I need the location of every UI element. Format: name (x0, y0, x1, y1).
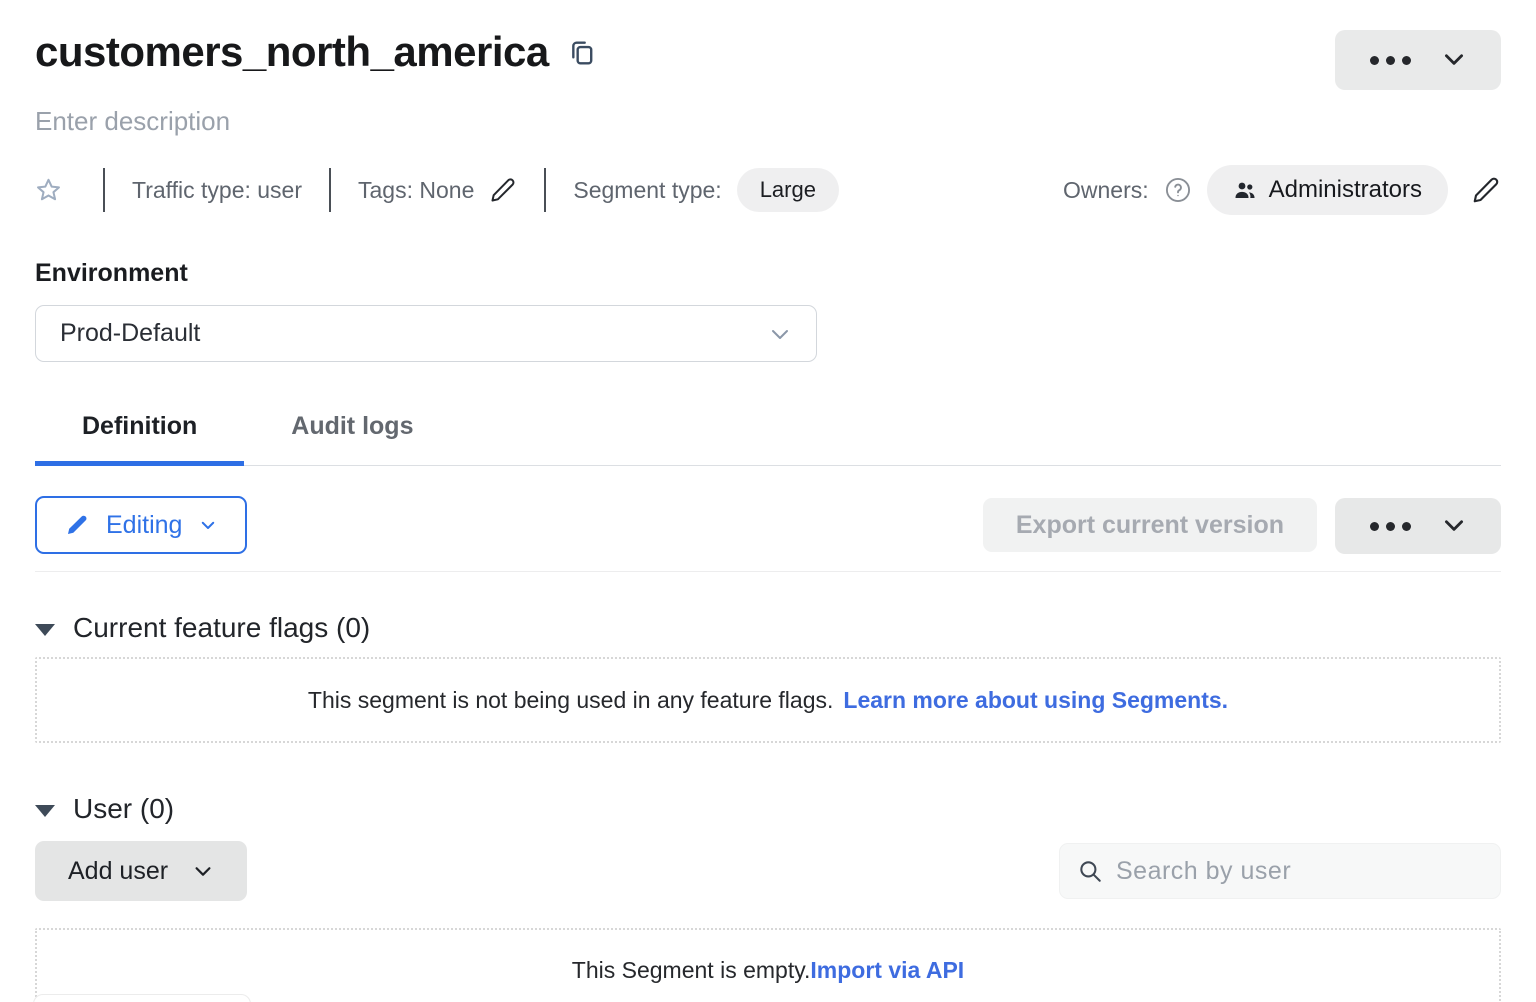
divider (544, 168, 546, 212)
segment-type-badge: Large (737, 168, 839, 212)
divider (35, 571, 1501, 572)
chevron-down-icon (199, 516, 217, 534)
page-header: customers_north_america (35, 0, 1501, 90)
help-question-icon[interactable] (1164, 176, 1192, 204)
learn-more-segments-link[interactable]: Learn more about using Segments. (843, 687, 1228, 714)
collapse-triangle-icon (35, 624, 55, 636)
definition-toolbar: Editing Export current version (35, 496, 1501, 554)
header-more-menu-button[interactable] (1335, 30, 1501, 90)
traffic-type-label: Traffic type: user (132, 177, 302, 204)
feature-flags-empty-text: This segment is not being used in any fe… (308, 687, 833, 714)
chevron-down-icon (768, 322, 792, 346)
editing-label: Editing (106, 511, 182, 540)
user-section: User (0) Add user This Segment i (35, 793, 1501, 1002)
user-search-input[interactable] (1116, 857, 1483, 886)
user-section-title: User (0) (73, 793, 174, 825)
divider (103, 168, 105, 212)
favorite-star-icon[interactable] (35, 177, 62, 204)
chevron-down-icon (1441, 512, 1467, 541)
chevron-down-icon (192, 860, 214, 882)
divider (329, 168, 331, 212)
edit-tags-pencil-icon[interactable] (489, 176, 517, 204)
title-wrap: customers_north_america (35, 28, 595, 76)
ellipsis-icon (1370, 56, 1411, 65)
tab-bar: Definition Audit logs (35, 400, 1501, 466)
editing-mode-button[interactable]: Editing (35, 496, 247, 554)
toolbar-more-menu-button[interactable] (1335, 498, 1501, 554)
export-current-version-button[interactable]: Export current version (983, 498, 1317, 552)
segment-type-label: Segment type: (573, 177, 721, 204)
tags-label: Tags: None (358, 177, 474, 204)
people-icon (1233, 178, 1257, 202)
add-user-button[interactable]: Add user (35, 841, 247, 901)
segment-detail-page: customers_north_america Enter descriptio… (0, 0, 1536, 1002)
user-section-header[interactable]: User (0) (35, 793, 174, 825)
chevron-down-icon (1441, 46, 1467, 75)
user-controls-row: Add user (35, 841, 1501, 901)
page-title: customers_north_america (35, 28, 549, 76)
environment-selected-value: Prod-Default (60, 319, 200, 348)
feature-flags-empty-state: This segment is not being used in any fe… (35, 657, 1501, 743)
environment-block: Environment Prod-Default (35, 259, 1501, 362)
import-via-api-link[interactable]: Import via API (810, 957, 964, 984)
feature-flags-section-title: Current feature flags (0) (73, 612, 370, 644)
search-icon (1077, 858, 1103, 884)
meta-row: Traffic type: user Tags: None Segment ty… (35, 167, 1501, 213)
feature-flags-section-header[interactable]: Current feature flags (0) (35, 612, 370, 644)
toolbar-right-group: Export current version (983, 496, 1501, 554)
owners-label: Owners: (1063, 177, 1149, 204)
owners-value: Administrators (1269, 176, 1422, 204)
description-placeholder[interactable]: Enter description (35, 106, 1501, 137)
user-empty-text: This Segment is empty. (572, 957, 811, 984)
pencil-icon (65, 513, 89, 537)
cutoff-element (33, 994, 251, 1002)
edit-owners-pencil-icon[interactable] (1471, 175, 1501, 205)
owners-group: Owners: Administrators (1063, 165, 1501, 215)
owners-badge[interactable]: Administrators (1207, 165, 1448, 215)
user-search-box (1059, 843, 1501, 899)
environment-label: Environment (35, 259, 1501, 288)
user-empty-state: This Segment is empty. Import via API (35, 928, 1501, 1002)
collapse-triangle-icon (35, 805, 55, 817)
copy-icon[interactable] (569, 38, 595, 73)
add-user-label: Add user (68, 857, 168, 886)
feature-flags-section: Current feature flags (0) This segment i… (35, 612, 1501, 743)
tab-definition[interactable]: Definition (35, 400, 244, 465)
tab-audit-logs[interactable]: Audit logs (244, 400, 460, 465)
environment-select[interactable]: Prod-Default (35, 305, 817, 362)
ellipsis-icon (1370, 522, 1411, 531)
